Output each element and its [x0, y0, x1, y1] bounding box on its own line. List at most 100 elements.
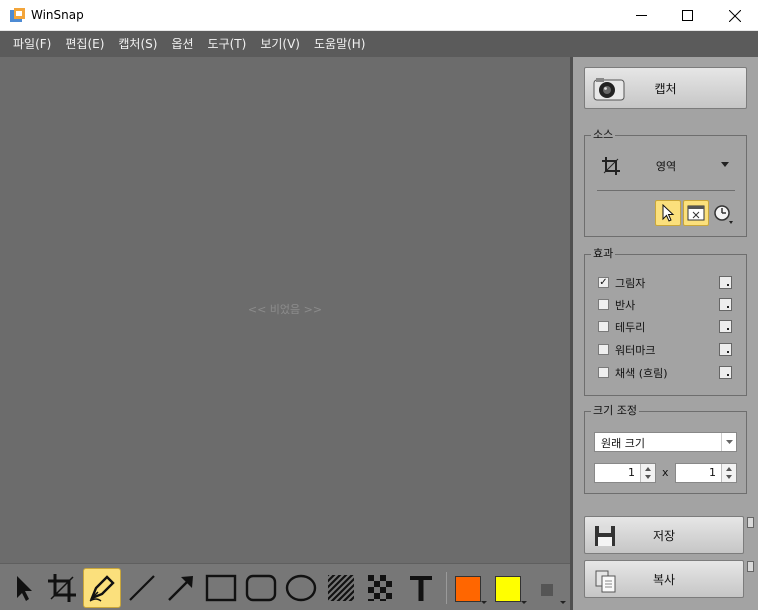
effects-group: 효과 ✓ 그림자 반사 테두리 워터마크 채색 (흐림): [584, 247, 747, 396]
empty-canvas-label: << 비었음 >>: [247, 303, 323, 316]
source-mode-value[interactable]: 영역: [641, 158, 691, 174]
resize-width-spinner[interactable]: [640, 464, 655, 482]
secondary-color-swatch[interactable]: [495, 576, 521, 602]
arrow-pointer-icon: [17, 576, 32, 601]
border-checkbox[interactable]: [598, 321, 609, 332]
spin-down-icon: [726, 475, 732, 479]
colorize-checkbox[interactable]: [598, 367, 609, 378]
copy-options-handle[interactable]: [747, 561, 754, 572]
resize-height-spinner[interactable]: [721, 464, 736, 482]
resize-mode-select[interactable]: 원래 크기: [594, 432, 737, 452]
checkmark-icon: ✓: [599, 276, 608, 288]
reflection-label: 반사: [615, 299, 636, 312]
secondary-color-dropdown-icon[interactable]: [521, 601, 527, 604]
source-group-title: 소스: [591, 128, 616, 142]
crop-tool[interactable]: [43, 568, 81, 608]
line-tool[interactable]: [123, 568, 161, 608]
text-tool[interactable]: [402, 568, 440, 608]
resize-group: 크기 조정 원래 크기 1 x 1: [584, 404, 747, 494]
colorize-settings-button[interactable]: [719, 366, 732, 379]
border-settings-button[interactable]: [719, 320, 732, 333]
pixelate-tool[interactable]: [362, 568, 400, 608]
menu-capture[interactable]: 캡처(S): [111, 31, 164, 57]
maximize-button[interactable]: [664, 0, 710, 31]
toolbar-separator: [446, 572, 447, 604]
menu-help[interactable]: 도움말(H): [307, 31, 373, 57]
checker-icon: [368, 575, 392, 601]
source-group: 소스 영역: [584, 128, 747, 237]
menu-tools[interactable]: 도구(T): [201, 31, 254, 57]
primary-color-swatch[interactable]: [455, 576, 481, 602]
arrow-tool[interactable]: [162, 568, 200, 608]
window-option-toggle[interactable]: [683, 200, 709, 226]
stroke-size-dropdown-icon[interactable]: [560, 601, 566, 604]
menu-view[interactable]: 보기(V): [253, 31, 307, 57]
add-timer-icon[interactable]: [713, 204, 735, 226]
text-icon: [410, 576, 432, 601]
menu-edit[interactable]: 편집(E): [58, 31, 111, 57]
menu-file[interactable]: 파일(F): [6, 31, 58, 57]
close-icon: [729, 9, 741, 22]
drawing-toolbar: [0, 563, 570, 610]
ellipse-tool[interactable]: [282, 568, 320, 608]
watermark-label: 워터마크: [615, 344, 656, 357]
border-label: 테두리: [615, 321, 646, 334]
capture-label: 캡처: [654, 81, 677, 96]
arrow-icon: [168, 576, 193, 601]
hatch-tool[interactable]: [322, 568, 360, 608]
rounded-rectangle-tool[interactable]: [242, 568, 280, 608]
stroke-size-square[interactable]: [541, 584, 553, 596]
resize-height-input[interactable]: 1: [675, 463, 737, 483]
source-dropdown-icon[interactable]: [721, 162, 729, 167]
resize-group-title: 크기 조정: [591, 404, 639, 418]
source-divider: [597, 190, 735, 191]
cursor-icon: [662, 204, 675, 222]
primary-color-dropdown-icon[interactable]: [481, 601, 487, 604]
window-icon: [687, 205, 705, 221]
watermark-checkbox[interactable]: [598, 344, 609, 355]
save-button[interactable]: 저장: [584, 516, 744, 554]
include-cursor-toggle[interactable]: [655, 200, 681, 226]
resize-width-input[interactable]: 1: [594, 463, 656, 483]
resize-mode-value: 원래 크기: [601, 437, 645, 450]
region-crop-icon: [602, 157, 620, 175]
shadow-settings-button[interactable]: [719, 276, 732, 289]
pen-tool[interactable]: [83, 568, 121, 608]
capture-button[interactable]: 캡처: [584, 67, 747, 109]
pen-icon: [89, 575, 115, 602]
window-title: WinSnap: [31, 8, 84, 22]
reflection-settings-button[interactable]: [719, 298, 732, 311]
ellipse-icon: [285, 574, 317, 602]
colorize-label: 채색 (흐림): [615, 367, 668, 380]
menu-options[interactable]: 옵션: [164, 31, 200, 57]
rectangle-tool[interactable]: [202, 568, 240, 608]
select-tool[interactable]: [4, 568, 42, 608]
close-button[interactable]: [712, 0, 758, 31]
crop-icon: [48, 574, 76, 602]
line-icon: [129, 575, 155, 601]
minimize-icon: [635, 15, 647, 16]
effects-group-title: 효과: [591, 247, 616, 261]
watermark-settings-button[interactable]: [719, 343, 732, 356]
maximize-icon: [681, 10, 693, 21]
shadow-checkbox[interactable]: ✓: [598, 277, 609, 288]
winsnap-app-icon: [10, 8, 25, 22]
shadow-label: 그림자: [615, 277, 646, 290]
resize-width-value: 1: [628, 466, 635, 479]
rounded-rectangle-icon: [245, 574, 277, 602]
chevron-down-icon: [725, 440, 733, 444]
reflection-checkbox[interactable]: [598, 299, 609, 310]
save-options-handle[interactable]: [747, 517, 754, 528]
resize-height-value: 1: [709, 466, 716, 479]
spin-down-icon: [645, 475, 651, 479]
spin-up-icon: [645, 467, 651, 471]
menu-bar: 파일(F) 편집(E) 캡처(S) 옵션 도구(T) 보기(V) 도움말(H): [0, 31, 758, 57]
capture-canvas[interactable]: << 비었음 >>: [0, 57, 570, 563]
rectangle-icon: [205, 574, 237, 602]
minimize-button[interactable]: [618, 0, 664, 31]
spin-up-icon: [726, 467, 732, 471]
side-panel: 캡처 소스 영역 효과 ✓ 그림자 반사 테두리 워터마크 채색 (흐림) 크기…: [573, 57, 758, 610]
resize-dropdown-button[interactable]: [721, 433, 736, 451]
title-bar: WinSnap: [0, 0, 758, 31]
copy-button[interactable]: 복사: [584, 560, 744, 598]
